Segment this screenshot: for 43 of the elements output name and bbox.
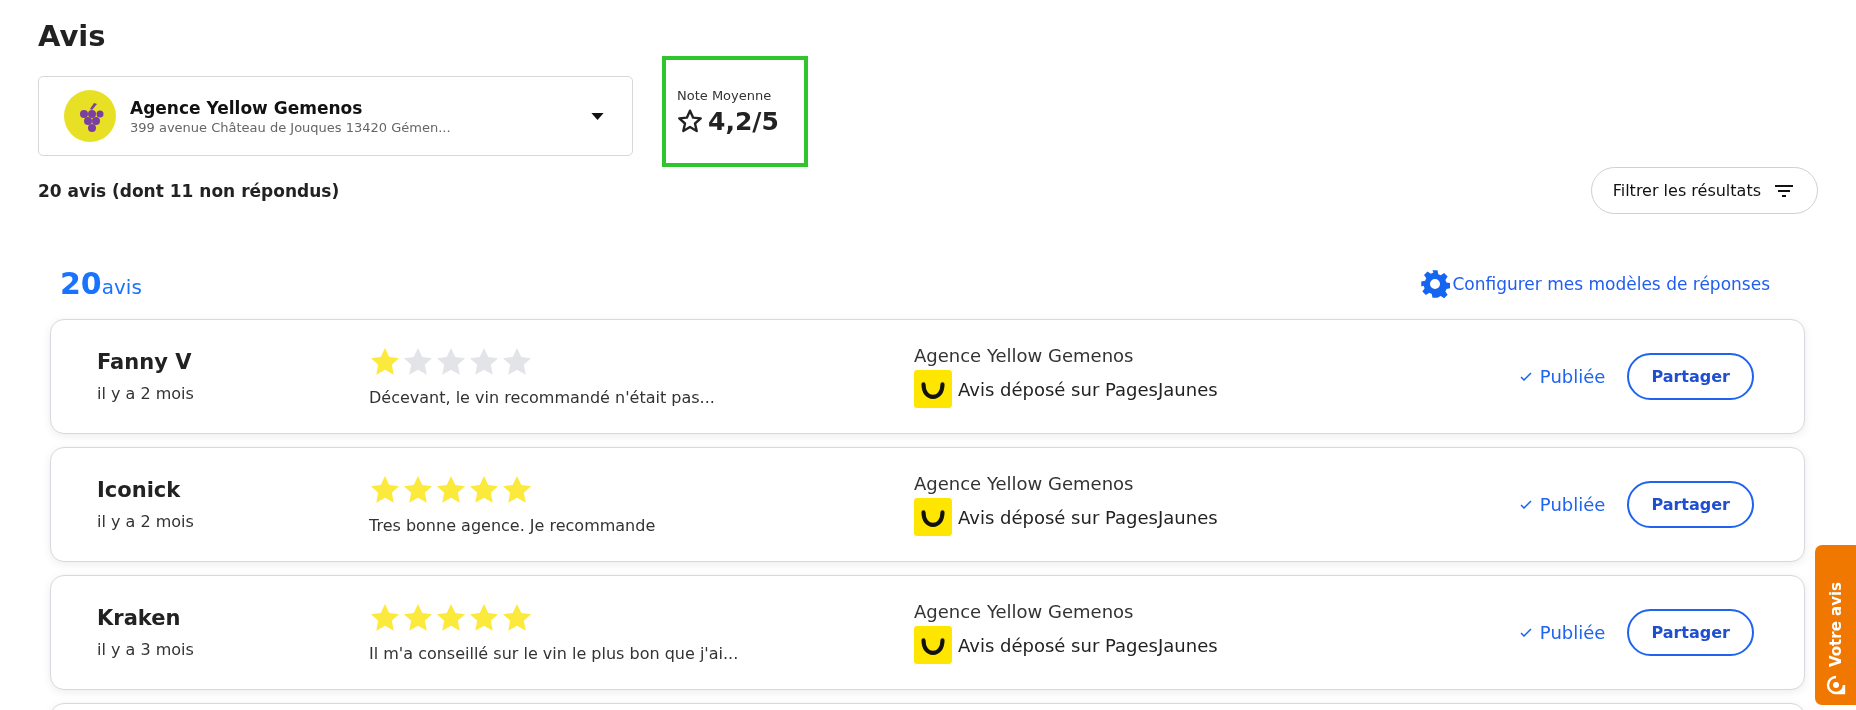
share-button[interactable]: Partager [1627,481,1754,528]
reviewer-name: Kraken [97,606,182,630]
check-icon [1519,372,1532,381]
check-icon [1519,500,1532,509]
smile-logo-icon [914,370,952,408]
status-label: Publiée [1539,622,1606,643]
configure-templates-link[interactable]: Configurer mes modèles de réponses [1420,269,1770,301]
agency-address: 399 avenue Château de Jouques 13420 Gémen... [130,119,452,135]
agency-label: Agence Yellow Gemenos [914,601,1135,622]
review-summary: 20 avis (dont 11 non répondus) [38,180,340,201]
smile-logo-icon [914,626,952,664]
grapes-logo-icon [64,90,116,142]
caret-icon [591,112,604,120]
agency-dropdown[interactable]: Agence Yellow Gemenos 399 avenue Château de Jouques 13420 Gémen... [38,76,633,156]
agency-label: Agence Yellow Gemenos [914,345,1135,366]
star-outline-icon [677,108,703,134]
agency-name: Agence Yellow Gemenos [130,97,364,118]
smile-logo-icon [914,498,952,536]
average-label: Note Moyenne [677,87,773,103]
average-value: 4,2/5 [708,106,779,136]
review-excerpt: Tres bonne agence. Je recommande [369,516,657,535]
status-label: Publiée [1539,366,1606,387]
reviewer-name: Iconick [97,478,182,502]
share-button[interactable]: Partager [1627,609,1754,656]
review-source: Avis déposé sur PagesJaunes [958,378,1218,400]
filter-button[interactable]: Filtrer les résultats [1590,167,1818,214]
review-date: il y a 3 mois [97,640,195,659]
review-date: il y a 2 mois [97,384,195,403]
check-icon [1519,628,1532,637]
status-label: Publiée [1539,494,1606,515]
review-count: 20avis [60,266,142,301]
speech-bubble-icon [1825,675,1846,695]
review-source: Avis déposé sur PagesJaunes [958,506,1218,528]
settings-icon [1420,269,1451,299]
filter-icon [1775,184,1793,197]
agency-label: Agence Yellow Gemenos [914,473,1135,494]
page-title: Avis [38,18,107,54]
review-excerpt: Il m'a conseillé sur le vin le plus bon que j'ai... [369,644,740,663]
review-source: Avis déposé sur PagesJaunes [958,634,1218,656]
review-date: il y a 2 mois [97,512,195,531]
share-button[interactable]: Partager [1627,353,1754,400]
review-excerpt: Décevant, le vin recommandé n'était pas... [369,388,716,407]
reviewer-name: Fanny V [97,350,193,374]
